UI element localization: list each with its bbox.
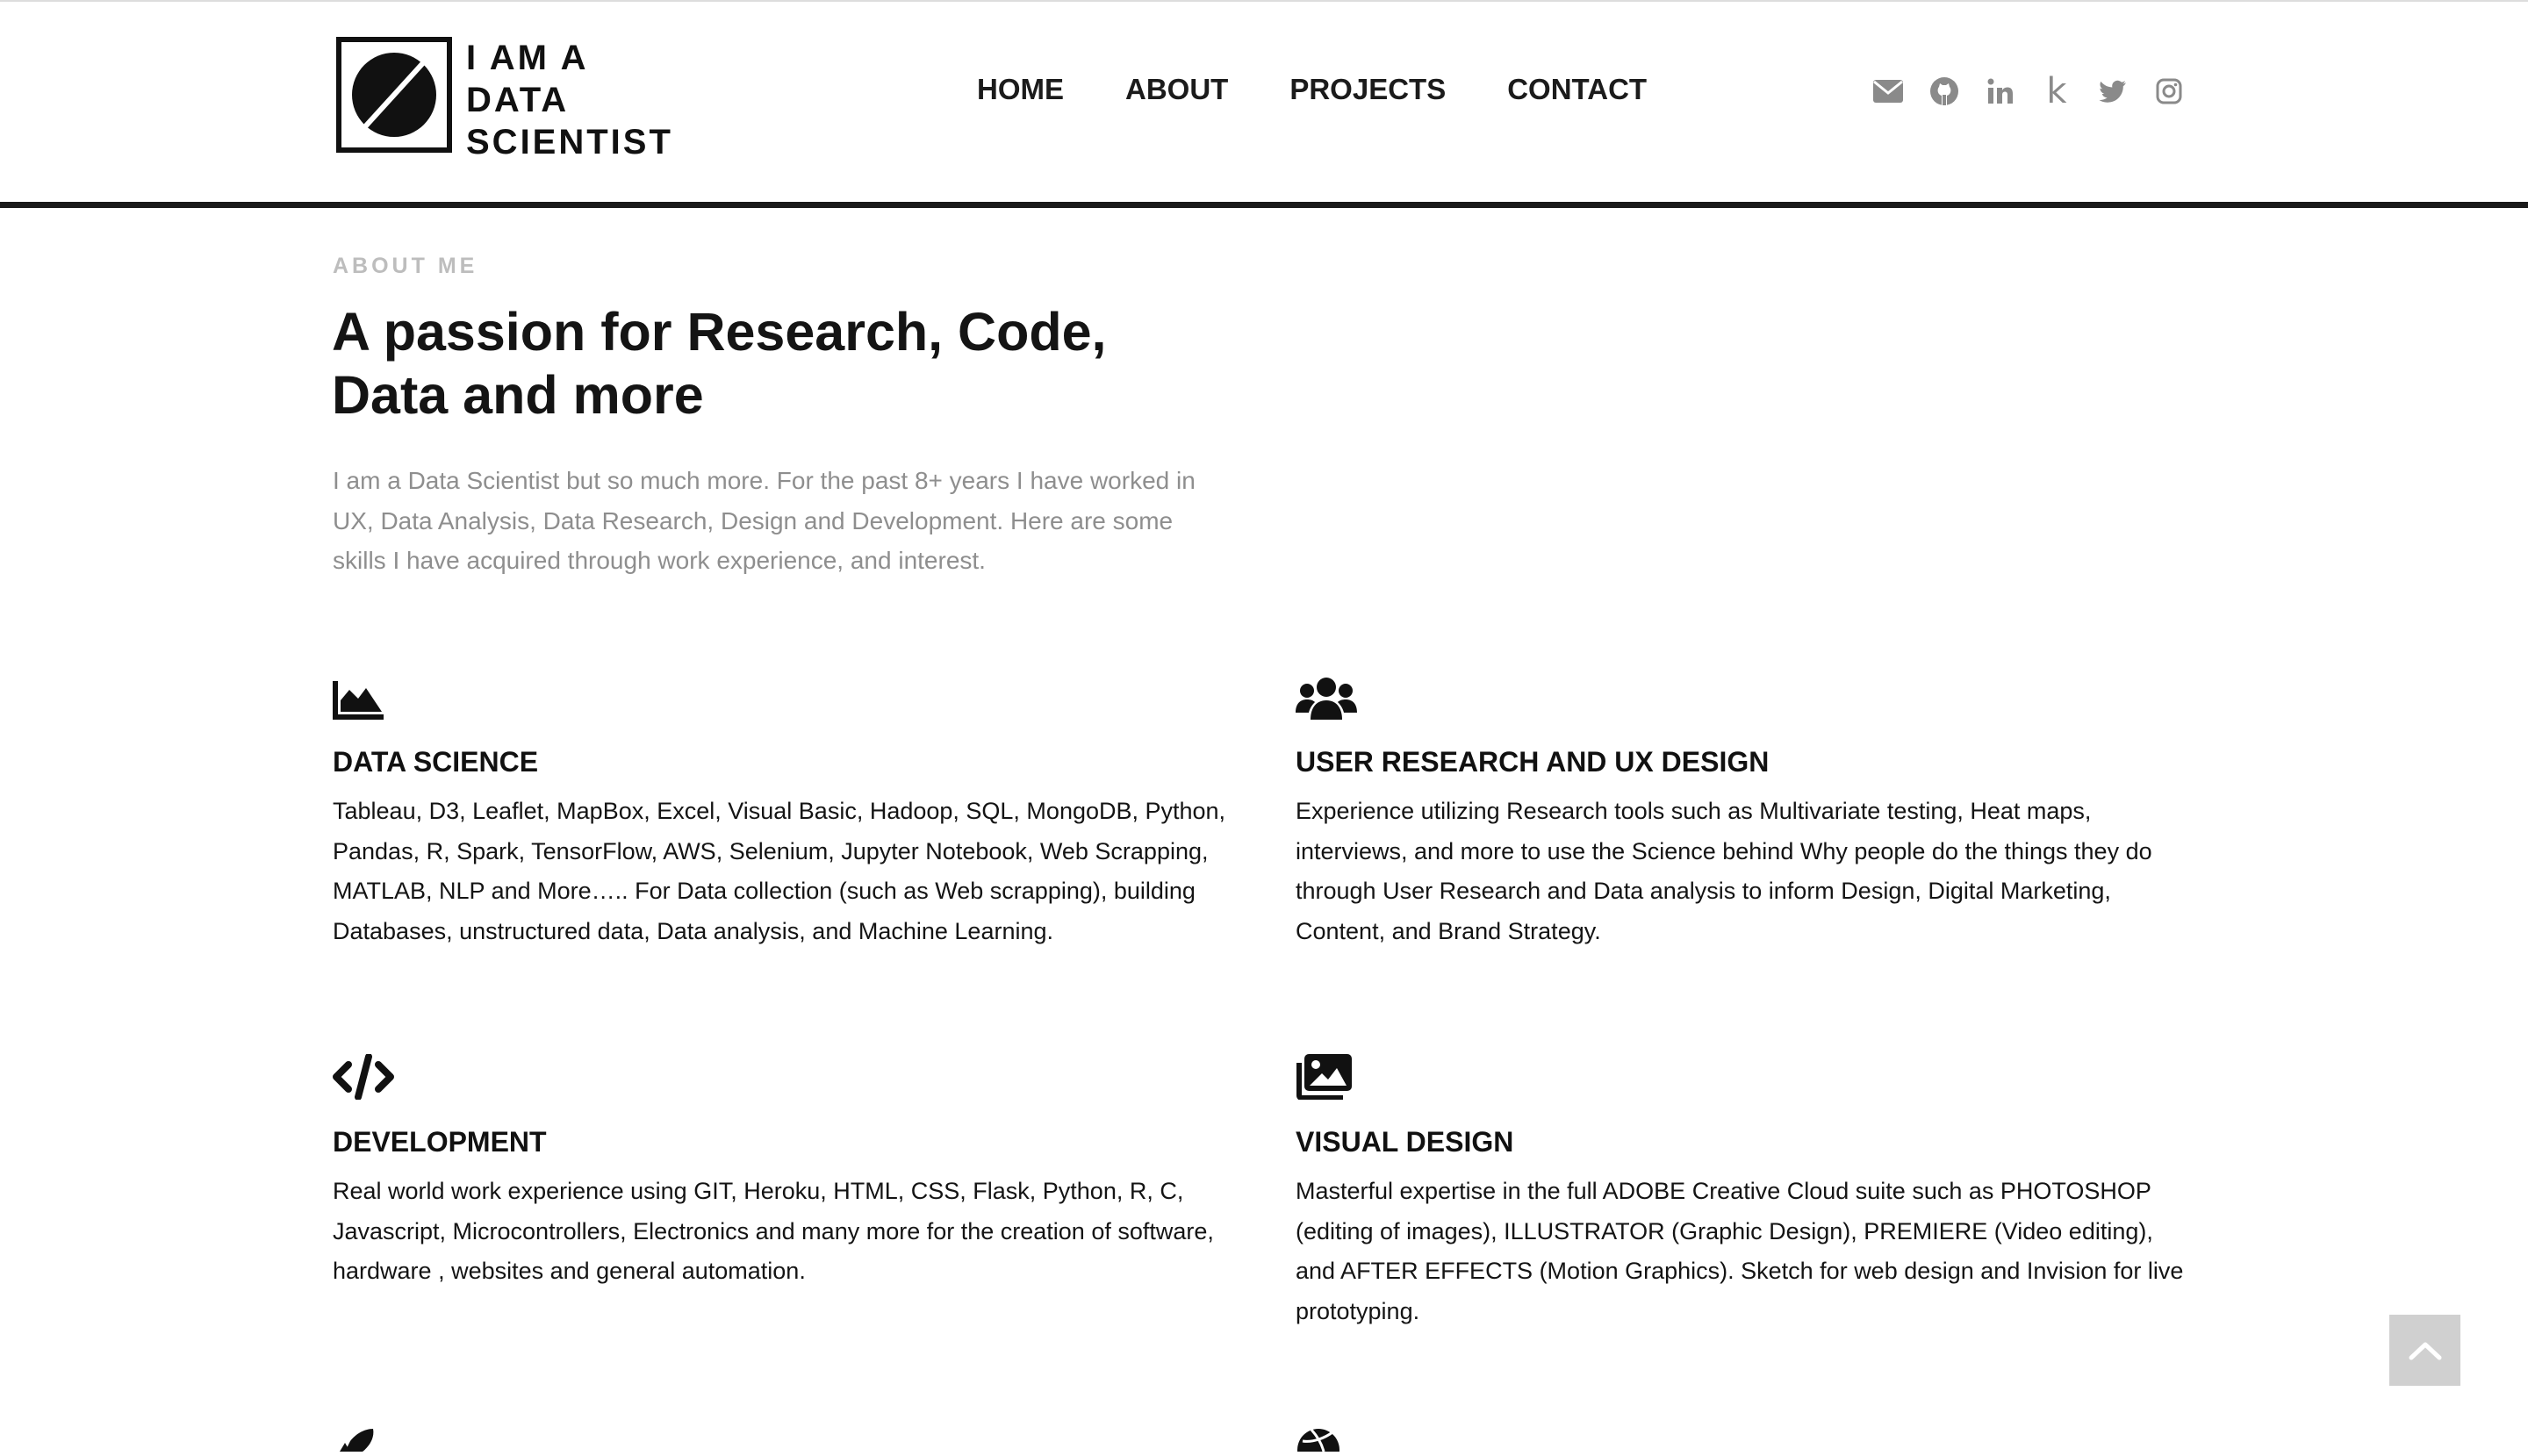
main-nav: HOME ABOUT PROJECTS CONTACT	[977, 72, 1708, 107]
chevron-up-icon	[2409, 1342, 2441, 1359]
skill-description: Masterful expertise in the full ADOBE Cr…	[1296, 1178, 2184, 1324]
skill-description: Experience utilizing Research tools such…	[1296, 798, 2152, 944]
logo-text: I AM A DATA SCIENTIST	[466, 37, 673, 163]
users-icon	[1296, 667, 2191, 720]
logo-line-1: I AM A	[466, 39, 589, 77]
skill-data-science: DATA SCIENCE Tableau, D3, Leaflet, MapBo…	[333, 667, 1228, 951]
skill-title: DATA SCIENCE	[333, 746, 539, 778]
skill-description: Tableau, D3, Leaflet, MapBox, Excel, Vis…	[333, 798, 1226, 944]
section-eyebrow: ABOUT ME	[333, 254, 478, 278]
nav-projects[interactable]: PROJECTS	[1289, 72, 1446, 107]
skill-development: DEVELOPMENT Real world work experience u…	[333, 1047, 1228, 1292]
nav-about[interactable]: ABOUT	[1125, 72, 1228, 107]
page-title: A passion for Research, Code, Data and m…	[332, 302, 1107, 425]
intro-text: I am a Data Scientist but so much more. …	[333, 467, 1196, 574]
github-icon[interactable]	[1926, 73, 1963, 110]
kaggle-glyph: k	[2046, 71, 2067, 111]
skill-user-research: USER RESEARCH AND UX DESIGN Experience u…	[1296, 667, 2191, 951]
logo-line-2: DATA	[466, 81, 570, 119]
kaggle-icon[interactable]: k	[2038, 73, 2075, 110]
images-icon	[1296, 1047, 2191, 1100]
area-chart-icon	[333, 667, 1228, 720]
code-icon	[333, 1047, 1228, 1100]
logo-circle-icon	[352, 53, 436, 137]
instagram-icon[interactable]	[2151, 73, 2187, 110]
rocket-icon	[333, 1427, 378, 1456]
logo-line-3: SCIENTIST	[466, 123, 673, 161]
site-header: I AM A DATA SCIENTIST HOME ABOUT PROJECT…	[0, 2, 2528, 208]
site-logo[interactable]: I AM A DATA SCIENTIST	[336, 37, 673, 163]
skill-title: DEVELOPMENT	[333, 1126, 547, 1158]
social-links: k	[1870, 73, 2207, 110]
nav-contact[interactable]: CONTACT	[1507, 72, 1647, 107]
skill-visual-design: VISUAL DESIGN Masterful expertise in the…	[1296, 1047, 2191, 1331]
skill-description: Real world work experience using GIT, He…	[333, 1178, 1214, 1284]
back-to-top-button[interactable]	[2389, 1315, 2460, 1386]
skill-title: VISUAL DESIGN	[1296, 1126, 1514, 1158]
logo-mark	[336, 37, 452, 153]
nav-home[interactable]: HOME	[977, 72, 1064, 107]
skill-title: USER RESEARCH AND UX DESIGN	[1296, 746, 1770, 778]
linkedin-icon[interactable]	[1982, 73, 2019, 110]
twitter-icon[interactable]	[2094, 73, 2131, 110]
dribbble-icon	[1296, 1427, 1341, 1456]
envelope-icon[interactable]	[1870, 73, 1907, 110]
